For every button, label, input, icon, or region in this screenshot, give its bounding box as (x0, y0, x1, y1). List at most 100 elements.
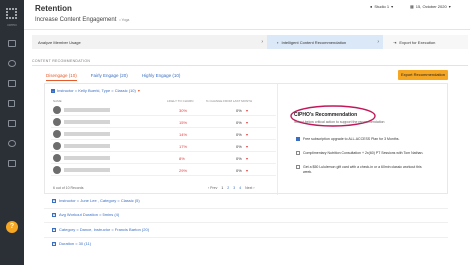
avatar (53, 130, 61, 138)
page-2[interactable]: 2 (227, 186, 229, 190)
group-june-lee[interactable]: + Instructor = June Lee , Category = Cla… (52, 198, 140, 203)
member-name-redacted (64, 156, 110, 160)
date-selector[interactable]: ▦ 15, October 2020 ▾ (410, 4, 451, 9)
column-churn: LIKELY TO CHURN (167, 99, 194, 103)
panel-title: Instructor = Kelly Buerki, Type = Classi… (57, 88, 136, 93)
section-label: CONTENT RECOMMENDATION (32, 59, 91, 63)
date-label: 15, October 2020 (415, 4, 447, 9)
expand-icon[interactable]: + (52, 198, 56, 203)
avatar (53, 142, 61, 150)
chevron-down-icon: ▾ (391, 4, 394, 9)
recommendation-option[interactable]: Complimentary Nutrition Consultation + 2… (296, 151, 426, 156)
step-label: Analyze Member Usage (38, 39, 81, 45)
prev-label: Prev (210, 186, 218, 190)
avatar (53, 118, 61, 126)
table-row[interactable]: 8% 0% ▾ (51, 153, 276, 164)
trend-down-icon: ▾ (246, 156, 249, 161)
table-row[interactable]: 14% 0% ▾ (51, 129, 276, 140)
step-status-icon: ⬩ (277, 39, 279, 45)
analytics-icon[interactable] (8, 80, 16, 87)
page-subtitle: Increase Content Engagement • Yoga (35, 17, 129, 23)
engagement-tabs: Disengage (10) Fairly Engage (20) Highly… (46, 73, 180, 81)
expand-icon[interactable]: + (52, 241, 56, 246)
location-pin-icon: ● (370, 4, 373, 9)
table-row[interactable]: 15% 0% ▾ (51, 117, 276, 128)
table-row[interactable]: 29% 0% ▾ (51, 165, 276, 176)
change-value: 0% (236, 132, 242, 137)
sidebar: CIPHO ? (0, 0, 24, 265)
table-row[interactable]: 17% 0% ▾ (51, 141, 276, 152)
divider (44, 237, 448, 238)
checkbox[interactable] (296, 151, 300, 155)
step-analyze-member-usage[interactable]: Analyze Member Usage › (32, 35, 267, 49)
retention-icon[interactable] (8, 100, 15, 107)
page-4[interactable]: 4 (239, 186, 241, 190)
tab-fairly-engage[interactable]: Fairly Engage (20) (91, 73, 128, 81)
group-duration[interactable]: + Duration = 30 (11) (52, 241, 91, 246)
option-text: Complimentary Nutrition Consultation + 2… (303, 151, 424, 155)
checkbox[interactable] (296, 165, 300, 169)
churn-value: 14% (179, 132, 188, 137)
tab-disengage[interactable]: Disengage (10) (46, 73, 77, 81)
change-value: 0% (236, 168, 242, 173)
page-3[interactable]: 3 (233, 186, 235, 190)
help-button[interactable]: ? (6, 221, 18, 233)
expand-icon[interactable]: + (52, 212, 56, 217)
group-label: Category = Dance, Instructor = Francis B… (59, 227, 150, 232)
chevron-down-icon: ▾ (137, 88, 140, 93)
churn-value: 8% (179, 156, 185, 161)
content-icon[interactable] (8, 120, 16, 127)
prev-button[interactable]: ‹ Prev (208, 186, 217, 190)
studio-label: Studio 1 (374, 4, 390, 9)
next-button[interactable]: Next › (245, 186, 254, 190)
member-name-redacted (64, 168, 110, 172)
trend-down-icon: ▾ (246, 120, 249, 125)
table-row[interactable]: 30% 0% ▾ (51, 105, 276, 116)
churn-value: 30% (179, 108, 188, 113)
chevron-right-icon: › (377, 39, 379, 45)
header: Retention Increase Content Engagement • Y… (24, 0, 470, 30)
export-recommendation-button[interactable]: Export Recommendation (398, 70, 448, 80)
page-subtitle-text: Increase Content Engagement (35, 17, 117, 23)
divider (44, 208, 448, 209)
avatar (53, 166, 61, 174)
avatar (53, 106, 61, 114)
settings-icon[interactable] (8, 160, 16, 167)
step-content-recommendation[interactable]: ⬩ Intelligent Content Recommendation › (267, 35, 383, 49)
pager-controls: ‹ Prev 1 2 3 4 Next › (208, 186, 255, 190)
avatar (53, 154, 61, 162)
page-1[interactable]: 1 (221, 186, 223, 190)
panel-header[interactable]: − Instructor = Kelly Buerki, Type = Clas… (51, 88, 140, 93)
app-title: Retention (35, 4, 72, 13)
subtitle-tag: • Yoga (119, 18, 130, 22)
member-name-redacted (64, 108, 110, 112)
cipho-logo-icon (6, 8, 17, 19)
expand-icon[interactable]: + (52, 227, 56, 232)
group-dance[interactable]: + Category = Dance, Instructor = Francis… (52, 227, 149, 232)
next-label: Next (245, 186, 253, 190)
member-name-redacted (64, 120, 110, 124)
tab-highly-engage[interactable]: Highly Engage (10) (142, 73, 181, 81)
group-label: Duration = 30 (11) (59, 241, 92, 246)
members-icon[interactable] (8, 60, 16, 67)
churn-value: 29% (179, 168, 188, 173)
recommendation-option[interactable]: Get a $50 Lululemon gift card with a che… (296, 165, 426, 174)
trend-down-icon: ▾ (246, 168, 249, 173)
studio-selector[interactable]: ● Studio 1 ▾ (370, 4, 393, 9)
divider (32, 65, 468, 66)
checkbox-checked[interactable] (296, 137, 300, 141)
record-count: 6 out of 10 Records (53, 186, 84, 190)
step-export-for-execution[interactable]: ⇥ Export for Execution (383, 35, 468, 49)
schedule-icon[interactable] (8, 140, 16, 147)
trend-down-icon: ▾ (246, 132, 249, 137)
collapse-icon[interactable]: − (51, 88, 55, 93)
change-value: 0% (236, 108, 242, 113)
main-content: Retention Increase Content Engagement • Y… (24, 0, 470, 265)
group-label: Avg Workout Duration = 5mins (4) (59, 212, 120, 217)
group-avg-workout[interactable]: + Avg Workout Duration = 5mins (4) (52, 212, 119, 217)
recommendation-option[interactable]: Free subscription upgrade to ALL-ACCESS … (296, 137, 426, 142)
dashboard-icon[interactable] (8, 40, 16, 47)
member-name-redacted (64, 144, 110, 148)
change-value: 0% (236, 120, 242, 125)
churn-value: 17% (179, 144, 188, 149)
